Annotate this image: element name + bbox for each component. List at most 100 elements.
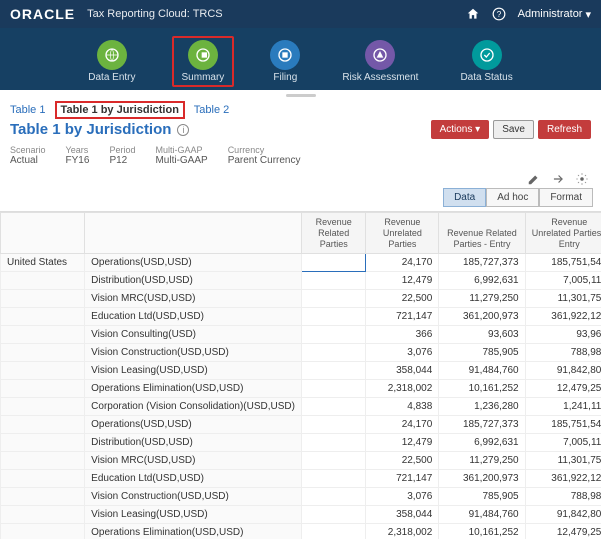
col-rev-related[interactable]: Revenue Related Parties [301, 213, 365, 254]
cell[interactable]: 6,992,631 [439, 434, 525, 452]
cell[interactable] [301, 254, 365, 272]
table-row[interactable]: Distribution(USD,USD)12,4796,992,6317,00… [1, 272, 601, 290]
subtab-adhoc[interactable]: Ad hoc [486, 188, 539, 207]
cell[interactable]: 4,838 [366, 398, 439, 416]
table-row[interactable]: Corporation (Vision Consolidation)(USD,U… [1, 398, 601, 416]
cell[interactable] [301, 290, 365, 308]
table-row[interactable]: Vision Leasing(USD,USD)358,04491,484,760… [1, 362, 601, 380]
cell[interactable]: 366 [366, 326, 439, 344]
cell[interactable]: 2,318,002 [366, 524, 439, 539]
cell[interactable]: 91,484,760 [439, 362, 525, 380]
cell[interactable]: 361,200,973 [439, 308, 525, 326]
nav-risk[interactable]: Risk Assessment [336, 38, 424, 85]
cell[interactable]: 2,318,002 [366, 380, 439, 398]
table-row[interactable]: Education Ltd(USD,USD)721,147361,200,973… [1, 308, 601, 326]
col-rev-related-entry[interactable]: Revenue Related Parties - Entry [439, 213, 525, 254]
actions-button[interactable]: Actions ▾ [431, 120, 490, 139]
cell[interactable]: 361,922,120 [525, 308, 601, 326]
cell[interactable]: 22,500 [366, 290, 439, 308]
cell[interactable]: 185,751,543 [525, 416, 601, 434]
cell[interactable]: 3,076 [366, 344, 439, 362]
cell[interactable] [301, 326, 365, 344]
cell[interactable]: 11,301,750 [525, 290, 601, 308]
cell[interactable]: 10,161,252 [439, 380, 525, 398]
cell[interactable]: 1,236,280 [439, 398, 525, 416]
cell[interactable]: 3,076 [366, 488, 439, 506]
cell[interactable]: 185,751,543 [525, 254, 601, 272]
cell[interactable] [301, 470, 365, 488]
nav-summary[interactable]: Summary [172, 36, 235, 87]
cell[interactable] [301, 488, 365, 506]
table-row[interactable]: Vision Consulting(USD)36693,60393,969(65… [1, 326, 601, 344]
table-row[interactable]: Operations(USD,USD)24,170185,727,373185,… [1, 416, 601, 434]
cell[interactable]: 91,842,804 [525, 506, 601, 524]
pov-years[interactable]: FY16 [66, 155, 90, 166]
cell[interactable]: 91,484,760 [439, 506, 525, 524]
table-row[interactable]: Vision MRC(USD,USD)22,50011,279,25011,30… [1, 452, 601, 470]
cell[interactable]: 185,727,373 [439, 416, 525, 434]
cell[interactable]: 7,005,110 [525, 272, 601, 290]
pov-period[interactable]: P12 [109, 155, 127, 166]
save-button[interactable]: Save [493, 120, 534, 139]
settings-icon[interactable] [575, 172, 589, 186]
table-row[interactable]: Operations Elimination(USD,USD)2,318,002… [1, 524, 601, 539]
cell[interactable]: 721,147 [366, 470, 439, 488]
cell[interactable] [301, 308, 365, 326]
cell[interactable]: 11,279,250 [439, 452, 525, 470]
nav-status[interactable]: Data Status [454, 38, 518, 85]
cell[interactable] [301, 452, 365, 470]
table-row[interactable]: United StatesOperations(USD,USD)24,17018… [1, 254, 601, 272]
cell[interactable]: 10,161,252 [439, 524, 525, 539]
nav-filing[interactable]: Filing [264, 38, 306, 85]
cell[interactable]: 11,279,250 [439, 290, 525, 308]
cell[interactable]: 12,479,254 [525, 380, 601, 398]
submit-icon[interactable] [551, 172, 565, 186]
table-row[interactable]: Distribution(USD,USD)12,4796,992,6317,00… [1, 434, 601, 452]
data-grid[interactable]: Revenue Related Parties Revenue Unrelate… [0, 211, 601, 539]
cell[interactable]: 361,200,973 [439, 470, 525, 488]
cell[interactable]: 7,005,110 [525, 434, 601, 452]
info-icon[interactable]: i [177, 124, 189, 136]
table-row[interactable]: Vision MRC(USD,USD)22,50011,279,25011,30… [1, 290, 601, 308]
cell[interactable]: 785,905 [439, 488, 525, 506]
cell[interactable]: 6,992,631 [439, 272, 525, 290]
cell[interactable] [301, 434, 365, 452]
tab-table1-jurisdiction[interactable]: Table 1 by Jurisdiction [55, 101, 185, 119]
help-icon[interactable]: ? [492, 7, 506, 21]
cell[interactable]: 22,500 [366, 452, 439, 470]
cell[interactable]: 93,969 [525, 326, 601, 344]
cell[interactable]: 785,905 [439, 344, 525, 362]
tab-table2[interactable]: Table 2 [194, 104, 229, 116]
cell[interactable] [301, 272, 365, 290]
user-menu[interactable]: Administrator▾ [518, 8, 591, 21]
refresh-button[interactable]: Refresh [538, 120, 591, 139]
pov-currency[interactable]: Parent Currency [228, 155, 301, 166]
cell[interactable] [301, 362, 365, 380]
cell[interactable]: 24,170 [366, 254, 439, 272]
subtab-format[interactable]: Format [539, 188, 593, 207]
table-row[interactable]: Vision Construction(USD,USD)3,076785,905… [1, 488, 601, 506]
subtab-data[interactable]: Data [443, 188, 486, 207]
cell[interactable] [301, 416, 365, 434]
cell[interactable] [301, 344, 365, 362]
nav-data-entry[interactable]: Data Entry [82, 38, 141, 85]
pov-multigaap[interactable]: Multi-GAAP [155, 155, 207, 166]
col-rev-unrelated-entry[interactable]: Revenue Unrelated Parties - Entry [525, 213, 601, 254]
cell[interactable]: 358,044 [366, 362, 439, 380]
cell[interactable]: 12,479,254 [525, 524, 601, 539]
cell[interactable]: 721,147 [366, 308, 439, 326]
cell[interactable] [301, 524, 365, 539]
table-row[interactable]: Operations Elimination(USD,USD)2,318,002… [1, 380, 601, 398]
cell[interactable] [301, 398, 365, 416]
edit-icon[interactable] [527, 172, 541, 186]
col-rev-unrelated[interactable]: Revenue Unrelated Parties [366, 213, 439, 254]
cell[interactable]: 12,479 [366, 272, 439, 290]
cell[interactable]: 788,981 [525, 344, 601, 362]
cell[interactable]: 185,727,373 [439, 254, 525, 272]
cell[interactable]: 1,241,118 [525, 398, 601, 416]
cell[interactable]: 12,479 [366, 434, 439, 452]
cell[interactable]: 93,603 [439, 326, 525, 344]
cell[interactable] [301, 380, 365, 398]
cell[interactable]: 24,170 [366, 416, 439, 434]
home-icon[interactable] [466, 7, 480, 21]
